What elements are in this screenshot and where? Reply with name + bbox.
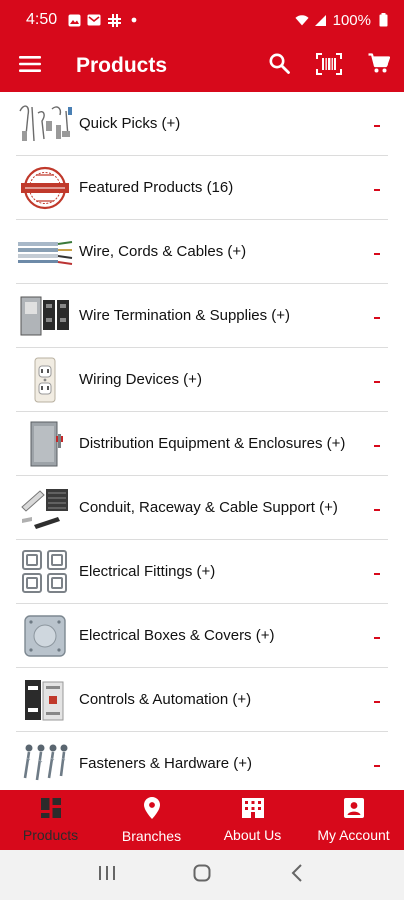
expand-indicator xyxy=(374,380,380,383)
nav-about-us[interactable]: About Us xyxy=(202,790,303,850)
expand-indicator xyxy=(374,188,380,191)
battery-percentage: 100% xyxy=(332,11,371,29)
quick-picks-thumbnail xyxy=(16,99,74,149)
search-icon xyxy=(269,53,290,79)
category-conduit-raceway[interactable]: Conduit, Raceway & Cable Support (+) xyxy=(16,476,388,540)
category-wire-cords-cables[interactable]: Wire, Cords & Cables (+) xyxy=(16,220,388,284)
account-icon xyxy=(343,797,364,823)
location-pin-icon xyxy=(143,796,160,824)
product-category-list: Quick Picks (+) Featured Products (16) W… xyxy=(0,92,404,790)
cart-button[interactable] xyxy=(354,40,404,92)
building-icon xyxy=(241,797,264,823)
nav-label: My Account xyxy=(317,826,390,843)
category-label: Electrical Fittings (+) xyxy=(79,563,216,580)
wire-termination-thumbnail xyxy=(16,291,74,341)
nav-label: About Us xyxy=(223,826,282,843)
home-icon xyxy=(193,864,211,887)
slack-notification-icon xyxy=(107,13,121,27)
electrical-boxes-thumbnail xyxy=(16,611,74,661)
wifi-icon xyxy=(295,13,309,27)
barcode-scan-icon xyxy=(316,52,342,80)
expand-indicator xyxy=(374,508,380,511)
category-label: Featured Products (16) xyxy=(79,179,234,196)
system-navigation-bar xyxy=(0,850,404,900)
category-electrical-fittings[interactable]: Electrical Fittings (+) xyxy=(16,540,388,604)
category-featured-products[interactable]: Featured Products (16) xyxy=(16,156,388,220)
recent-apps-button[interactable] xyxy=(87,855,127,895)
recent-apps-icon xyxy=(98,865,116,886)
photo-notification-icon xyxy=(67,13,81,27)
category-label: Wire Termination & Supplies (+) xyxy=(79,307,291,324)
category-distribution-equipment[interactable]: Distribution Equipment & Enclosures (+) xyxy=(16,412,388,476)
fasteners-thumbnail xyxy=(16,739,74,789)
category-electrical-boxes[interactable]: Electrical Boxes & Covers (+) xyxy=(16,604,388,668)
conduit-thumbnail xyxy=(16,483,74,533)
category-controls-automation[interactable]: Controls & Automation (+) xyxy=(16,668,388,732)
nav-my-account[interactable]: My Account xyxy=(303,790,404,850)
back-button[interactable] xyxy=(277,855,317,895)
search-button[interactable] xyxy=(254,40,304,92)
home-button[interactable] xyxy=(182,855,222,895)
category-label: Wiring Devices (+) xyxy=(79,371,202,388)
category-wire-termination[interactable]: Wire Termination & Supplies (+) xyxy=(16,284,388,348)
status-time: 4:50 xyxy=(26,11,58,28)
app-bar: Products xyxy=(0,40,404,92)
expand-indicator xyxy=(374,252,380,255)
battery-icon xyxy=(376,13,390,27)
category-fasteners-hardware[interactable]: Fasteners & Hardware (+) xyxy=(16,732,388,790)
back-chevron-icon xyxy=(291,863,303,887)
distribution-equipment-thumbnail xyxy=(16,419,74,469)
page-title: Products xyxy=(76,54,168,77)
more-notifications-dot-icon xyxy=(127,13,141,27)
cart-icon xyxy=(368,53,391,79)
wiring-device-thumbnail xyxy=(16,355,74,405)
category-label: Wire, Cords & Cables (+) xyxy=(79,243,247,260)
products-grid-icon xyxy=(40,797,61,823)
menu-button[interactable] xyxy=(0,40,60,92)
category-label: Electrical Boxes & Covers (+) xyxy=(79,627,275,644)
nav-products[interactable]: Products xyxy=(0,790,101,850)
expand-indicator xyxy=(374,316,380,319)
category-label: Conduit, Raceway & Cable Support (+) xyxy=(79,499,338,516)
nav-label: Products xyxy=(22,826,79,843)
category-quick-picks[interactable]: Quick Picks (+) xyxy=(16,92,388,156)
expand-indicator xyxy=(374,764,380,767)
expand-indicator xyxy=(374,700,380,703)
expand-indicator xyxy=(374,124,380,127)
category-label: Distribution Equipment & Enclosures (+) xyxy=(79,435,346,452)
expand-indicator xyxy=(374,572,380,575)
category-label: Quick Picks (+) xyxy=(79,115,181,132)
menu-icon xyxy=(19,55,41,77)
featured-products-seal xyxy=(16,163,74,213)
expand-indicator xyxy=(374,636,380,639)
signal-icon xyxy=(314,13,328,27)
category-label: Fasteners & Hardware (+) xyxy=(79,755,252,772)
gmail-notification-icon xyxy=(87,13,101,27)
category-wiring-devices[interactable]: Wiring Devices (+) xyxy=(16,348,388,412)
electrical-fittings-thumbnail xyxy=(16,547,74,597)
status-bar: 4:50 100% xyxy=(0,0,404,40)
category-label: Controls & Automation (+) xyxy=(79,691,252,708)
bottom-navigation: Products Branches About Us My Account xyxy=(0,790,404,850)
nav-label: Branches xyxy=(121,827,182,844)
wire-cables-thumbnail xyxy=(16,227,74,277)
expand-indicator xyxy=(374,444,380,447)
controls-thumbnail xyxy=(16,675,74,725)
barcode-scan-button[interactable] xyxy=(304,40,354,92)
nav-branches[interactable]: Branches xyxy=(101,790,202,850)
